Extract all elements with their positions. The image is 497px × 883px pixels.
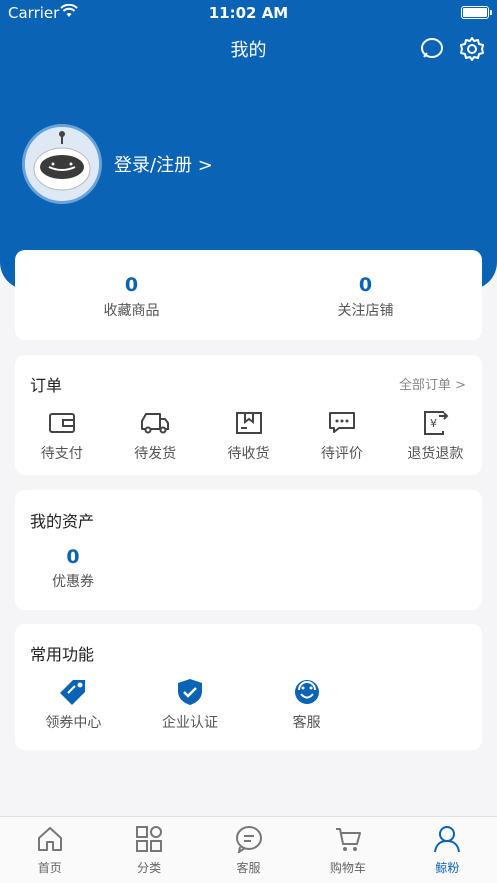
category-icon	[135, 825, 163, 857]
order-pending-payment[interactable]: 待支付	[15, 409, 108, 463]
favorite-products-stat[interactable]: 0 收藏商品	[15, 274, 248, 320]
customer-service-item[interactable]: 客服	[248, 678, 365, 732]
followed-shops-label: 关注店铺	[337, 303, 394, 319]
cart-icon	[334, 825, 362, 857]
customer-service-icon	[292, 678, 322, 706]
login-register-link[interactable]: 登录/注册 >	[114, 151, 213, 177]
followed-shops-count: 0	[358, 274, 373, 296]
tab-profile-label: 鲸粉	[435, 861, 460, 875]
package-icon	[234, 409, 264, 437]
orders-title: 订单	[30, 376, 63, 395]
coupon-center-item[interactable]: 领券中心	[15, 678, 132, 732]
user-icon	[433, 825, 461, 857]
order-pending-review[interactable]: 待评价	[295, 409, 388, 463]
coupon-label: 优惠券	[52, 574, 94, 590]
followed-shops-stat[interactable]: 0 关注店铺	[249, 274, 482, 320]
coupon-center-label: 领券中心	[45, 715, 102, 731]
all-orders-label: 全部订单	[398, 378, 451, 393]
assets-card: 我的资产 0 优惠券	[15, 490, 482, 610]
common-functions-card: 常用功能 领券中心 企业认证 客服	[15, 624, 482, 750]
order-pending-receipt[interactable]: 待收货	[202, 409, 295, 463]
tab-home-label: 首页	[37, 861, 62, 875]
tab-profile[interactable]: 鲸粉	[398, 817, 497, 883]
chevron-right-icon: >	[455, 378, 466, 393]
order-pending-review-label: 待评价	[320, 446, 363, 462]
order-pending-payment-label: 待支付	[40, 446, 83, 462]
clock: 11:02 AM	[208, 4, 289, 22]
chat-icon	[235, 825, 263, 857]
order-pending-shipment-label: 待发货	[134, 446, 177, 462]
settings-icon[interactable]	[459, 36, 485, 62]
order-pending-shipment[interactable]: 待发货	[108, 409, 201, 463]
tab-category[interactable]: 分类	[99, 817, 198, 883]
avatar[interactable]	[22, 124, 102, 204]
customer-service-label: 客服	[292, 715, 321, 731]
coupon-stat[interactable]: 0 优惠券	[37, 546, 109, 591]
home-icon	[36, 825, 64, 857]
order-pending-receipt-label: 待收货	[227, 446, 270, 462]
coupon-count: 0	[66, 546, 80, 568]
tab-cart[interactable]: 购物车	[298, 817, 397, 883]
assets-title: 我的资产	[30, 512, 95, 531]
enterprise-certification-item[interactable]: 企业认证	[132, 678, 249, 732]
common-functions-title: 常用功能	[30, 645, 95, 664]
tab-customer-service[interactable]: 客服	[199, 817, 298, 883]
tab-category-label: 分类	[137, 861, 162, 875]
shield-check-icon	[175, 678, 205, 706]
tab-customer-service-label: 客服	[236, 861, 261, 875]
profile-section: 登录/注册 >	[22, 124, 213, 204]
tab-bar: 首页 分类 客服 购物车 鲸粉	[0, 816, 497, 883]
comment-icon	[327, 409, 357, 437]
favorites-card: 0 收藏商品 0 关注店铺	[15, 250, 482, 340]
svg-text:¥: ¥	[430, 417, 437, 430]
favorite-products-count: 0	[124, 274, 139, 296]
wallet-icon	[47, 409, 77, 437]
message-icon[interactable]	[419, 36, 445, 62]
truck-icon	[140, 409, 170, 437]
order-refund[interactable]: ¥ 退货退款	[389, 409, 482, 463]
orders-card: 订单 全部订单 > 待支付 待发货 待收货 待评价 ¥ 退货退款	[15, 355, 482, 475]
tab-home[interactable]: 首页	[0, 817, 99, 883]
favorite-products-label: 收藏商品	[103, 303, 160, 319]
coupon-tag-icon	[58, 678, 88, 706]
tab-cart-label: 购物车	[329, 861, 366, 875]
order-refund-label: 退货退款	[407, 446, 464, 462]
status-bar: Carrier 11:02 AM	[0, 0, 497, 26]
battery-icon	[461, 6, 492, 19]
all-orders-link[interactable]: 全部订单 >	[399, 374, 466, 393]
enterprise-certification-label: 企业认证	[162, 715, 218, 731]
refund-icon: ¥	[420, 409, 450, 437]
